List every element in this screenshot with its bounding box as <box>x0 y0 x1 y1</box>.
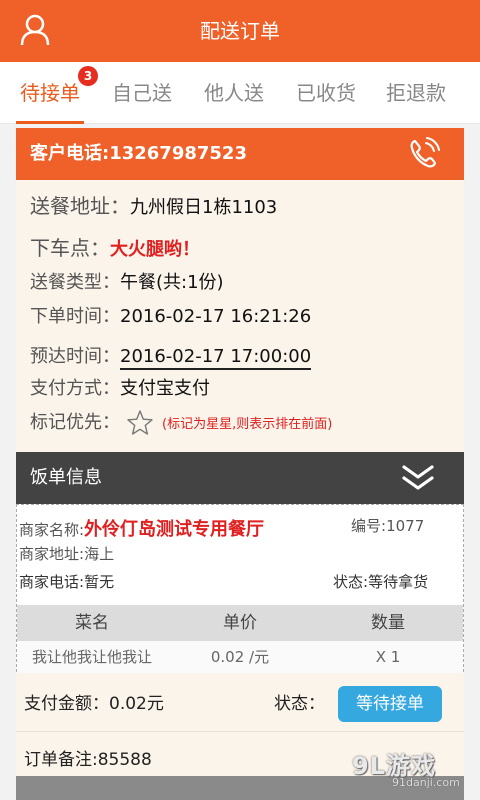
merchant-phone-label: 商家电话: <box>19 573 85 591</box>
star-icon[interactable] <box>126 409 154 437</box>
payment-amount-value: 0.02元 <box>109 694 164 714</box>
merchant-address-row: 商家地址:海上 <box>19 543 114 564</box>
merchant-name-value: 外伶仃岛测试专用餐厅 <box>84 519 265 540</box>
merchant-status-label: 状态: <box>333 573 369 591</box>
watermark-sub-text: 91danji.com <box>392 776 460 789</box>
tab-pending[interactable]: 待接单 3 <box>2 62 98 124</box>
priority-label: 标记优先： <box>30 412 120 433</box>
merchant-phone-value: 暂无 <box>84 573 115 591</box>
merchant-address-label: 商家地址: <box>19 545 85 563</box>
items-table-header: 菜名 单价 数量 <box>17 605 463 641</box>
merchant-phone-row: 商家电话:暂无 <box>19 571 114 592</box>
order-info-box: 商家名称:外伶仃岛测试专用餐厅 编号:1077 商家地址:海上 商家电话:暂无 … <box>16 504 464 673</box>
customer-phone-bar: 客户电话:13267987523 <box>16 128 464 180</box>
payment-status-label: 状态： <box>274 694 325 714</box>
order-number: 编号:1077 <box>351 515 424 536</box>
customer-phone: 客户电话:13267987523 <box>30 128 247 180</box>
item-price: 0.02 /元 <box>210 648 270 666</box>
eta-label: 预达时间： <box>30 346 120 367</box>
merchant-name-row: 商家名称:外伶仃岛测试专用餐厅 <box>19 515 264 541</box>
tab-refused-refund[interactable]: 拒退款 <box>368 62 464 124</box>
stop-row: 下车点：大火腿哟！ <box>30 232 200 261</box>
customer-phone-value: 13267987523 <box>109 143 247 164</box>
item-name: 我让他我让他我让 <box>31 648 152 666</box>
accept-order-button[interactable]: 等待接单 <box>338 686 442 722</box>
stop-label: 下车点： <box>30 236 110 260</box>
tab-bar: 待接单 3 自己送 他人送 已收货 拒退款 <box>0 62 480 124</box>
order-number-label: 编号: <box>351 517 387 535</box>
column-header-price: 单价 <box>223 613 257 633</box>
remark-value: 85588 <box>97 750 152 770</box>
merchant-address-value: 海上 <box>84 545 115 563</box>
merchant-status-value: 等待拿货 <box>368 573 429 591</box>
payment-row: 支付金额：0.02元 状态： 等待接单 <box>16 676 464 732</box>
tab-others-deliver[interactable]: 他人送 <box>186 62 282 124</box>
merchant-name-label: 商家名称: <box>19 521 85 539</box>
order-info-header[interactable]: 饭单信息 <box>16 452 464 504</box>
remark-label: 订单备注: <box>24 750 98 770</box>
eta-value[interactable]: 2016-02-17 17:00:00 <box>120 346 312 370</box>
type-row: 送餐类型：午餐(共:1份) <box>30 268 224 294</box>
address-row: 送餐地址：九州假日1栋1103 <box>30 190 277 219</box>
order-time-label: 下单时间： <box>30 306 120 327</box>
phone-call-icon[interactable] <box>406 136 442 172</box>
page-title: 配送订单 <box>200 19 280 43</box>
tab-self-deliver[interactable]: 自己送 <box>94 62 190 124</box>
content-area: 客户电话:13267987523 送餐地址：九州假日1栋1103 下车点：大火腿… <box>0 124 480 800</box>
priority-hint: (标记为星星,则表示排在前面) <box>162 417 333 432</box>
top-bar: 配送订单 <box>0 0 480 62</box>
type-value: 午餐(共:1份) <box>120 272 224 293</box>
payment-amount: 支付金额：0.02元 <box>24 676 164 732</box>
column-header-dish: 菜名 <box>75 613 109 633</box>
merchant-status: 状态:等待拿货 <box>333 571 428 592</box>
column-header-qty: 数量 <box>371 613 405 633</box>
eta-row: 预达时间：2016-02-17 17:00:00 <box>30 342 312 370</box>
double-chevron-down-icon[interactable] <box>400 464 436 492</box>
tab-received[interactable]: 已收货 <box>278 62 374 124</box>
customer-phone-label: 客户电话: <box>30 143 110 164</box>
table-row: 我让他我让他我让 0.02 /元 X 1 <box>17 641 463 673</box>
item-qty: X 1 <box>375 648 401 666</box>
payment-amount-label: 支付金额： <box>24 694 109 714</box>
tab-label: 待接单 <box>20 81 80 105</box>
stop-value: 大火腿哟！ <box>110 239 200 260</box>
pay-method-value: 支付宝支付 <box>120 378 210 399</box>
order-info-title: 饭单信息 <box>30 467 102 488</box>
order-card: 客户电话:13267987523 送餐地址：九州假日1栋1103 下车点：大火腿… <box>16 128 464 800</box>
order-number-value: 1077 <box>386 517 425 535</box>
address-label: 送餐地址： <box>30 194 130 218</box>
type-label: 送餐类型： <box>30 272 120 293</box>
priority-row: 标记优先： (标记为星星,则表示排在前面) <box>30 408 332 437</box>
pay-method-row: 支付方式：支付宝支付 <box>30 374 210 400</box>
order-time-value: 2016-02-17 16:21:26 <box>120 306 312 327</box>
pay-method-label: 支付方式： <box>30 378 120 399</box>
order-time-row: 下单时间：2016-02-17 16:21:26 <box>30 302 311 328</box>
address-value: 九州假日1栋1103 <box>130 197 278 218</box>
site-watermark-logo: 9L游戏 91danji.com <box>352 746 470 792</box>
